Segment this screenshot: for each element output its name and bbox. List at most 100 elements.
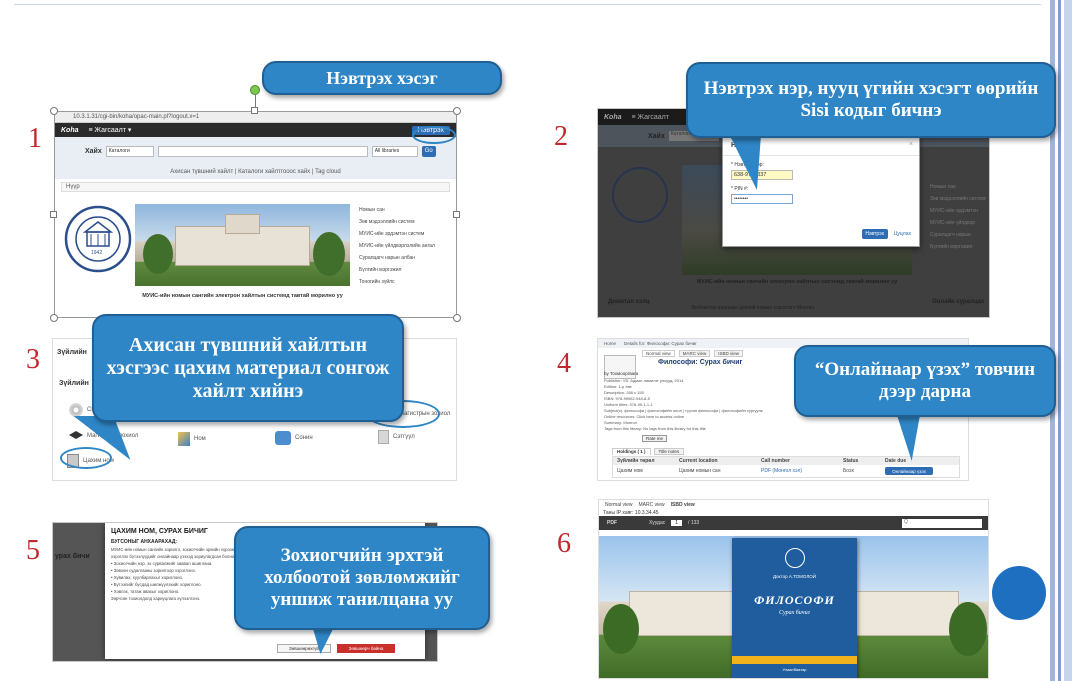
search-links[interactable]: Ахисан түвшний хайлт | Каталоги хайлтгоо… [55, 165, 456, 179]
search-type-select[interactable]: Каталоги [105, 145, 154, 157]
newspaper-icon [275, 431, 291, 445]
footer-mid: Библиотек анализы дэлхий номын хэрэглэгч… [692, 305, 814, 311]
footer-left: Дижитал хэлц [608, 299, 650, 305]
side-menu-item[interactable]: Тоногийн зүйлс [359, 276, 454, 288]
side-menu-item[interactable]: Номын сан [359, 204, 454, 216]
screenshot-step-2: Koha ≡ Жагсаалт Хайх Каталоги Номын сан … [597, 108, 990, 318]
close-icon[interactable]: × [909, 141, 913, 148]
address-url: 10.3.1.31/cgi-bin/koha/opac-main.pl?logo… [73, 114, 200, 120]
pin-field[interactable]: •••••••• [731, 194, 793, 204]
side-menu-item[interactable]: Зөв мэдээллийн систем [930, 193, 988, 205]
accept-button[interactable]: Зөвшөөрч байна [337, 644, 395, 653]
tab-isbd-view[interactable]: ISBD view [714, 350, 744, 357]
side-menu-item[interactable]: МУИС-ийн эрдэмтэн [930, 205, 988, 217]
side-menu-item[interactable]: Бүлгийн мэргэжил [930, 241, 988, 253]
tab-title-notes[interactable]: Title notes [653, 448, 685, 455]
pdf-search-input[interactable]: Q [902, 518, 982, 528]
selection-handle[interactable] [50, 211, 57, 218]
tab-normal-view[interactable]: Normal view [642, 350, 675, 357]
selection-handle[interactable] [50, 107, 58, 115]
item-type-option[interactable]: Ном [178, 432, 206, 446]
tab-marc-view[interactable]: MARC view [678, 350, 711, 357]
cover-seal [784, 548, 805, 568]
side-menu-item[interactable]: Зөв мэдээллийн систем [359, 216, 454, 228]
view-online-button[interactable]: Онлайнаар үзэх [885, 467, 933, 475]
table-cell: Цахим ном [617, 468, 643, 474]
selection-handle[interactable] [453, 314, 461, 322]
magazine-icon [378, 430, 389, 444]
callout-tail [896, 413, 924, 461]
item-type-label: Сонин [295, 435, 313, 441]
side-menu-item[interactable]: МУИС-ийн эрдэмтэн систем [359, 228, 454, 240]
search-label: Хайх [85, 147, 102, 155]
step-number-4: 4 [557, 348, 571, 379]
koha-navbar: Koha ≡ Жагсаалт ▾ Нэвтрэх [55, 123, 456, 137]
welcome-caption: МУИС-ийн номын сангийн электрон хайлтын … [142, 293, 343, 299]
selection-handle[interactable] [251, 107, 258, 114]
tab-isbd-view[interactable]: ISBD view [671, 502, 695, 508]
item-type-option[interactable]: Сонин [275, 431, 313, 445]
column-header: Current location [679, 458, 718, 464]
koha-logo[interactable]: Koha [61, 127, 79, 134]
cover-city: Улаанбаатар [782, 667, 807, 672]
search-input[interactable] [157, 145, 368, 157]
breadcrumb-item[interactable]: Home [604, 341, 616, 346]
top-rule [14, 4, 1041, 5]
decorative-circle [992, 566, 1046, 620]
right-stripe-2 [1058, 0, 1061, 681]
callout-advanced-search: Ахисан түвшний хайлтын хэсгээс цахим мат… [92, 314, 404, 422]
book-icon [178, 432, 190, 446]
lists-menu[interactable]: ≡ Жагсаалт [632, 114, 669, 121]
go-button[interactable]: Go [421, 145, 436, 157]
selection-handle[interactable] [50, 314, 58, 322]
side-menu-item[interactable]: МУИС-ийн үйлдвэр [930, 217, 988, 229]
side-menu-item[interactable]: Суралцагч нарын [930, 229, 988, 241]
column-header: Зүйлийн төрөл [617, 458, 655, 464]
step-number-3: 3 [26, 344, 40, 375]
rate-button[interactable]: Rate me [642, 435, 668, 442]
cancel-link[interactable]: Цуцлах [894, 231, 911, 237]
item-type-title: Зүйлийн [57, 349, 87, 356]
rotation-handle[interactable] [250, 85, 260, 95]
koha-logo[interactable]: Koha [604, 114, 622, 121]
side-menu-item[interactable]: Номын сан [930, 181, 988, 193]
page-number-input[interactable]: 1 [671, 520, 683, 526]
breadcrumb-item[interactable]: Details for: Философи: Сурах бичиг [624, 341, 697, 346]
step-number-6: 6 [557, 528, 571, 559]
callout-copyright-notice: Зохиогчийн эрхтэй холбоотой зөвлөмжийг у… [234, 526, 490, 630]
view-tabs: Normal view MARC view ISBD view [599, 500, 988, 510]
record-field: Tags from this library: No tags from thi… [604, 426, 706, 431]
item-type-label: Ном [194, 436, 206, 442]
tab-marc-view[interactable]: MARC view [639, 502, 665, 508]
dimmed-menu: Номын сан Зөв мэдээллийн систем МУИС-ийн… [930, 181, 988, 253]
side-menu-item[interactable]: МУИС-ийн үйлдвэрлэлийн ангал [359, 240, 454, 252]
item-type-option[interactable]: Сэтгүүл [378, 430, 415, 444]
side-menu-item[interactable]: Суралцагч нарын албан [359, 252, 454, 264]
slide: 1 2 3 4 5 6 10.3.1.31/cgi-bin/koha/opac-… [0, 0, 1081, 681]
cover-title: ФИЛОСОФИ [754, 593, 835, 607]
table-cell: Цахим номын сан [679, 468, 721, 474]
cd-icon [69, 403, 83, 417]
selection-handle[interactable] [453, 211, 460, 218]
login-button[interactable]: Нэвтрэх [861, 229, 888, 239]
column-header: Status [843, 458, 859, 464]
selection-handle[interactable] [453, 107, 461, 115]
modal-buttons: Зөвшөөрөхгүй Зөвшөөрч байна [277, 644, 395, 653]
side-menu: Номын сан Зөв мэдээллийн систем МУИС-ийн… [359, 204, 454, 288]
tab-holdings[interactable]: Holdings ( 1 ) [612, 448, 651, 455]
library-select[interactable]: All libraries [371, 145, 418, 157]
dimmed-seal [612, 167, 668, 223]
table-cell: Боэх [843, 468, 855, 474]
seal-year: 1942 [91, 250, 103, 256]
cover-stripe [732, 656, 857, 664]
breadcrumb[interactable]: Нүүр [61, 182, 450, 192]
record-author: by Тохмооргвага [604, 371, 639, 376]
cover-subtitle: Сурах бичиг [779, 610, 810, 616]
graduation-cap-icon [69, 431, 83, 439]
side-menu-item[interactable]: Бүлгийн мэргэжил [359, 264, 454, 276]
book-cover: Доктор А.ТОМОЛОЙ ФИЛОСОФИ Сурах бичиг Ул… [732, 538, 857, 678]
page-label: Хуудас [649, 520, 666, 526]
lists-menu[interactable]: ≡ Жагсаалт ▾ [89, 126, 132, 134]
login-highlight-ring [412, 126, 456, 144]
tab-normal-view[interactable]: Normal view [605, 502, 633, 508]
